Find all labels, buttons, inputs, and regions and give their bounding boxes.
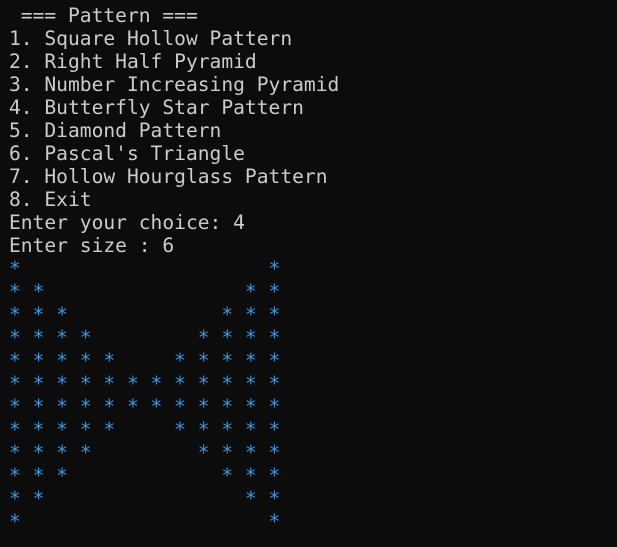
menu-item-pascals-triangle: 6. Pascal's Triangle xyxy=(9,142,245,165)
pattern-header: === Pattern === xyxy=(9,4,198,27)
choice-prompt: Enter your choice: 4 xyxy=(9,211,245,234)
terminal-window[interactable]: === Pattern === 1. Square Hollow Pattern… xyxy=(0,0,617,547)
menu-item-butterfly-star: 4. Butterfly Star Pattern xyxy=(9,96,304,119)
pattern-row: * * * * xyxy=(9,280,281,303)
size-prompt: Enter size : 6 xyxy=(9,234,175,257)
pattern-row: * * * * * * * * xyxy=(9,441,281,464)
pattern-row: * * * * * * * * * * * * xyxy=(9,395,281,418)
menu-item-square-hollow: 1. Square Hollow Pattern xyxy=(9,27,293,50)
menu-item-exit: 8. Exit xyxy=(9,188,92,211)
pattern-row: * * xyxy=(9,510,281,533)
pattern-row: * * * * * * xyxy=(9,303,281,326)
pattern-row: * * * * * * * * * * xyxy=(9,418,281,441)
menu-list: 1. Square Hollow Pattern 2. Right Half P… xyxy=(9,27,617,211)
pattern-row: * * * * xyxy=(9,487,281,510)
pattern-row: * * xyxy=(9,257,281,280)
menu-item-right-half-pyramid: 2. Right Half Pyramid xyxy=(9,50,257,73)
pattern-row: * * * * * * * * xyxy=(9,326,281,349)
pattern-row: * * * * * * xyxy=(9,464,281,487)
pattern-row: * * * * * * * * * * * * xyxy=(9,372,281,395)
butterfly-pattern-output: * * * * * * * * * * * * * * * * * * * * … xyxy=(9,257,617,533)
pattern-row: * * * * * * * * * * xyxy=(9,349,281,372)
menu-item-number-increasing-pyramid: 3. Number Increasing Pyramid xyxy=(9,73,340,96)
menu-item-diamond: 5. Diamond Pattern xyxy=(9,119,222,142)
menu-item-hollow-hourglass: 7. Hollow Hourglass Pattern xyxy=(9,165,328,188)
